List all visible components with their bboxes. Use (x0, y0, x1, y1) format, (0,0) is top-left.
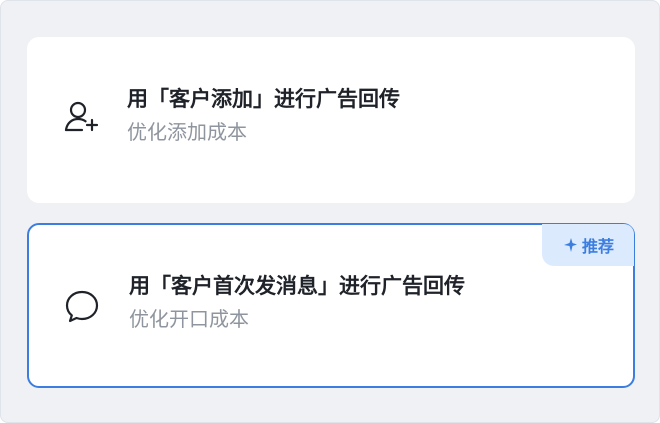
sparkle-icon (562, 237, 578, 253)
chat-bubble-icon (63, 287, 101, 325)
option-subtitle: 优化开口成本 (129, 307, 249, 331)
callback-option-panel: 用「客户添加」进行广告回传 优化添加成本 推荐 用「客户首次发消息」进行广告回传… (0, 0, 660, 423)
option-title: 用「客户首次发消息」进行广告回传 (129, 274, 465, 298)
recommended-badge: 推荐 (542, 224, 634, 266)
option-card-customer-add[interactable]: 用「客户添加」进行广告回传 优化添加成本 (27, 37, 635, 203)
badge-label: 推荐 (581, 237, 614, 256)
option-subtitle: 优化添加成本 (127, 120, 247, 144)
option-card-first-message[interactable]: 推荐 用「客户首次发消息」进行广告回传 优化开口成本 (27, 223, 635, 388)
option-title: 用「客户添加」进行广告回传 (127, 87, 400, 111)
add-user-icon (63, 98, 101, 136)
